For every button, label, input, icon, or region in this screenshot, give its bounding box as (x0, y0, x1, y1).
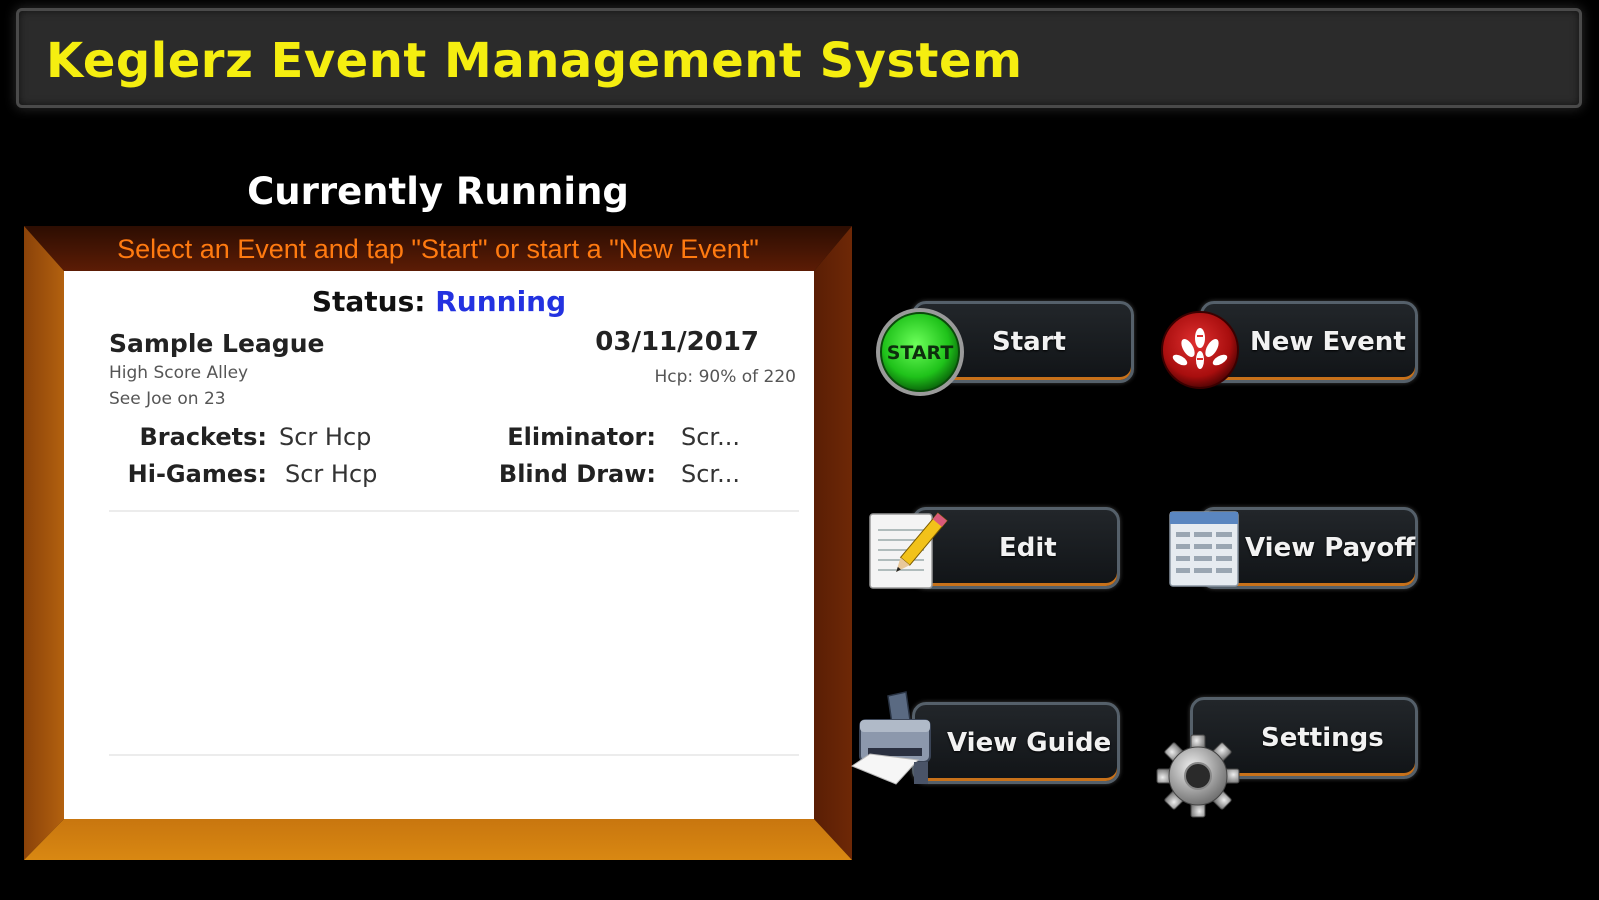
eliminator-value: Scr... (681, 423, 740, 451)
event-handicap: Hcp: 90% of 220 (654, 367, 796, 387)
edit-label: Edit (999, 533, 1057, 563)
view-payoff-label: View Payoff (1245, 533, 1416, 563)
start-label: Start (992, 327, 1066, 357)
title-bar: Keglerz Event Management System (16, 8, 1582, 108)
blind-draw-label: Blind Draw: (498, 460, 656, 488)
status-line: Status: Running (64, 285, 814, 318)
view-guide-label: View Guide (947, 728, 1112, 758)
event-name: Sample League (109, 329, 325, 358)
document-icon[interactable] (1168, 510, 1240, 592)
svg-text:START: START (887, 342, 954, 364)
hi-games-label: Hi-Games: (127, 460, 267, 488)
brackets-label: Brackets: (139, 423, 268, 451)
hi-games-value: Scr Hcp (285, 460, 378, 488)
settings-label: Settings (1261, 723, 1384, 753)
currently-running-title: Currently Running (247, 170, 629, 213)
eliminator-label: Eliminator: (507, 423, 656, 451)
status-value: Running (435, 285, 567, 318)
pencil-notepad-icon[interactable] (868, 506, 950, 594)
status-label: Status: (311, 285, 426, 318)
gear-icon[interactable] (1155, 733, 1241, 823)
new-event-label: New Event (1250, 327, 1406, 357)
app-title: Keglerz Event Management System (46, 33, 1023, 89)
event-date: 03/11/2017 (595, 327, 759, 357)
event-card[interactable]: Status: Running Sample League High Score… (64, 271, 814, 819)
brackets-value: Scr Hcp (279, 423, 372, 451)
divider (109, 510, 799, 512)
printer-icon[interactable] (848, 690, 944, 798)
event-note: See Joe on 23 (109, 389, 226, 409)
bowling-pins-icon[interactable] (1160, 310, 1240, 394)
instruction-text: Select an Event and tap "Start" or start… (117, 234, 759, 264)
current-event-panel: Select an Event and tap "Start" or start… (24, 226, 852, 860)
event-location: High Score Alley (109, 363, 249, 383)
start-icon[interactable]: START (874, 306, 966, 402)
blind-draw-value: Scr... (681, 460, 740, 488)
divider (109, 754, 799, 756)
